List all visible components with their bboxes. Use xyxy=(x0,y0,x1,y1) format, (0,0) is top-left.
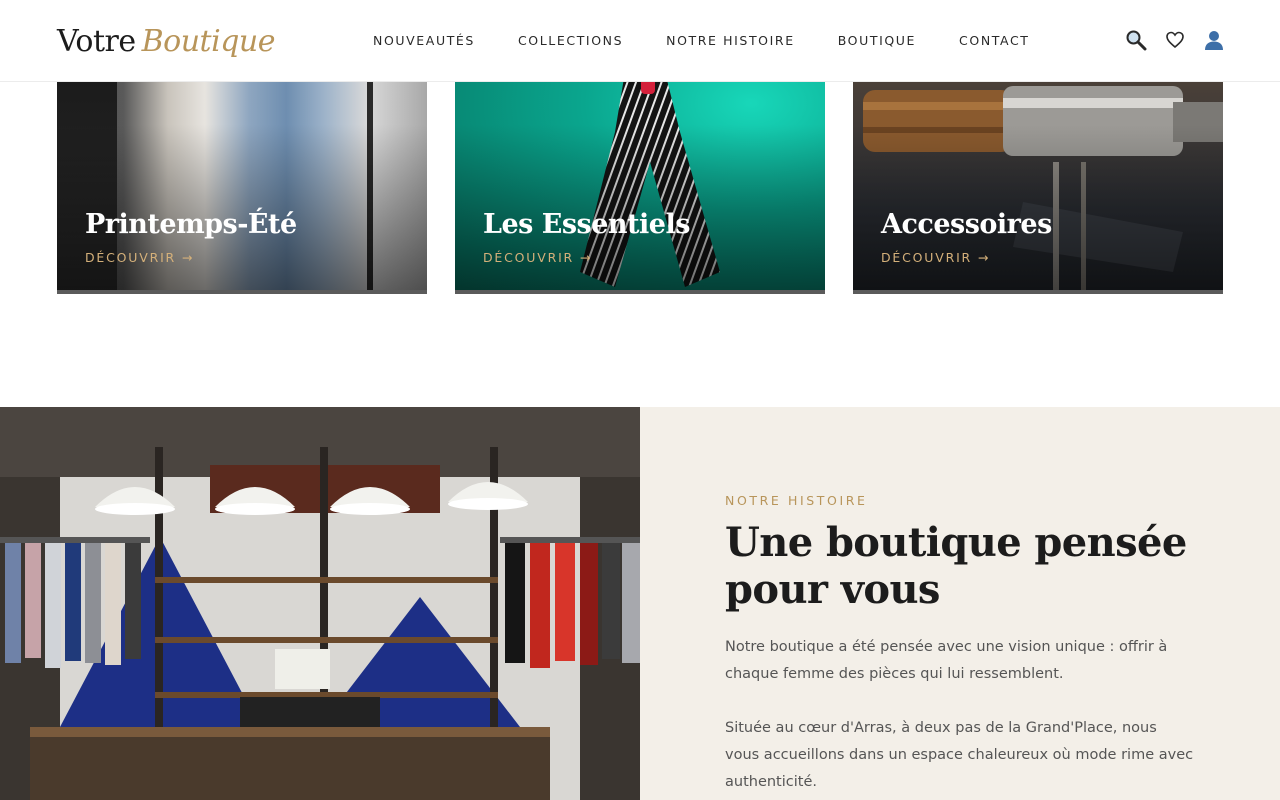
nav-nouveautes[interactable]: NOUVEAUTÉS xyxy=(373,33,475,49)
discover-link[interactable]: DÉCOUVRIR → xyxy=(483,250,592,265)
user-icon[interactable] xyxy=(1203,28,1225,52)
logo[interactable]: Votre Boutique xyxy=(57,22,275,62)
story-paragraph-2: Située au cœur d'Arras, à deux pas de la… xyxy=(725,720,1194,790)
nav-collections[interactable]: COLLECTIONS xyxy=(518,33,623,49)
search-icon[interactable] xyxy=(1125,28,1147,52)
story-paragraph-1: Notre boutique a été pensée avec une vis… xyxy=(725,639,1168,682)
discover-link[interactable]: DÉCOUVRIR → xyxy=(85,250,194,265)
collection-card-printemps-ete[interactable]: Printemps-Été DÉCOUVRIR → xyxy=(57,82,427,294)
story-section: NOTRE HISTOIRE Une boutique pensée pour … xyxy=(640,407,1280,800)
collections-grid: Printemps-Été DÉCOUVRIR → Les Essentiels… xyxy=(57,82,1223,294)
heart-icon[interactable] xyxy=(1164,28,1186,52)
section-title: Une boutique pensée pour vous xyxy=(725,519,1187,613)
card-underline xyxy=(57,290,427,294)
card-underline xyxy=(455,290,825,294)
logo-main: Votre xyxy=(57,24,136,59)
collection-title: Accessoires xyxy=(881,209,1052,240)
collection-card-essentiels[interactable]: Les Essentiels DÉCOUVRIR → xyxy=(455,82,825,294)
collection-title: Printemps-Été xyxy=(85,209,297,240)
header-icons xyxy=(1125,28,1225,52)
main-nav: NOUVEAUTÉS COLLECTIONS NOTRE HISTOIRE BO… xyxy=(373,33,1030,49)
nav-notre-histoire[interactable]: NOTRE HISTOIRE xyxy=(666,33,795,49)
collection-card-accessoires[interactable]: Accessoires DÉCOUVRIR → xyxy=(853,82,1223,294)
nav-boutique[interactable]: BOUTIQUE xyxy=(838,33,916,49)
site-header: Votre Boutique NOUVEAUTÉS COLLECTIONS NOT… xyxy=(0,0,1280,82)
section-eyebrow: NOTRE HISTOIRE xyxy=(725,493,868,508)
boutique-photo xyxy=(0,407,640,800)
logo-accent: Boutique xyxy=(141,24,276,59)
card-underline xyxy=(853,290,1223,294)
discover-link[interactable]: DÉCOUVRIR → xyxy=(881,250,990,265)
nav-contact[interactable]: CONTACT xyxy=(959,33,1029,49)
collection-title: Les Essentiels xyxy=(483,209,690,240)
